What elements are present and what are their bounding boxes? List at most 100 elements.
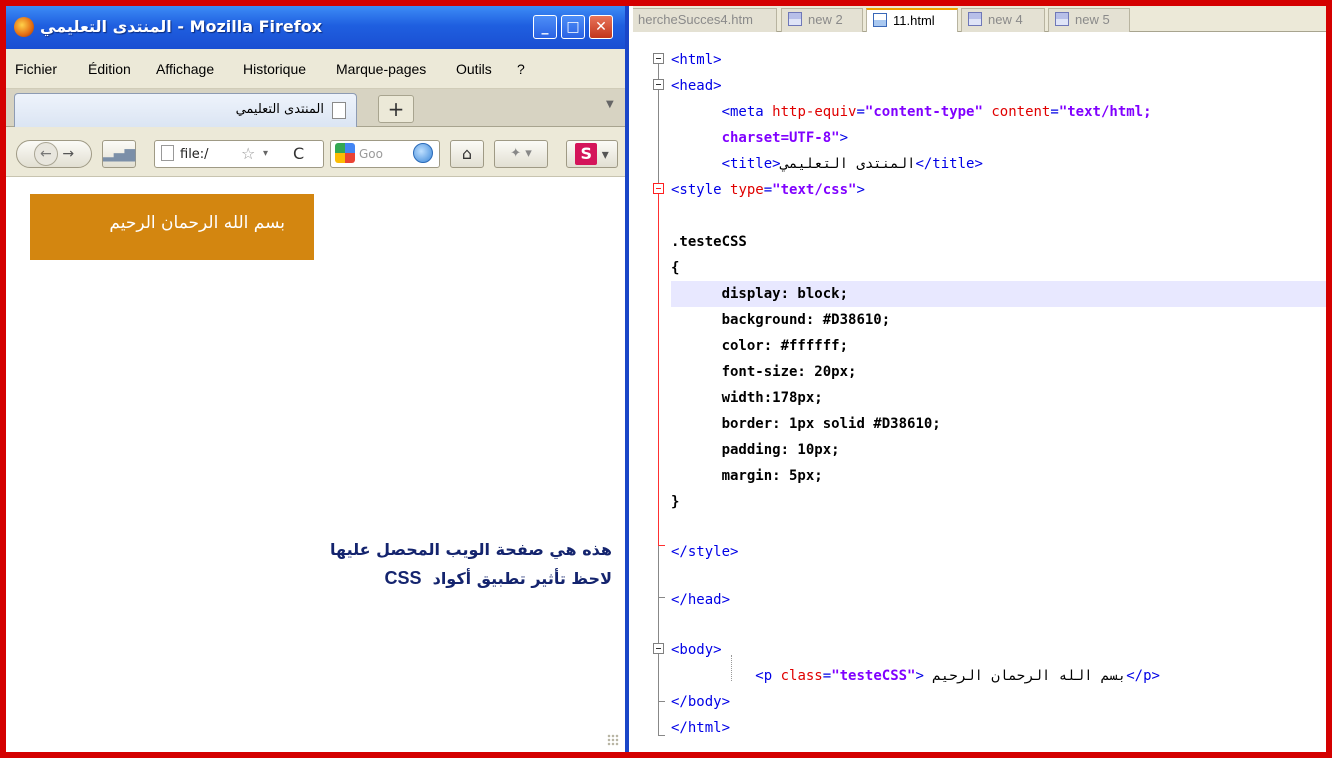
menu-edition[interactable]: Édition xyxy=(88,61,131,77)
fold-end-marker xyxy=(658,597,665,598)
code-line: </style> xyxy=(671,539,1326,565)
code-line: color: #ffffff; xyxy=(671,333,1326,359)
code-line: } xyxy=(671,489,1326,515)
code-line-current: display: block; xyxy=(671,281,1326,307)
resize-grip-icon[interactable] xyxy=(607,734,619,746)
menu-marque-pages[interactable]: Marque-pages xyxy=(336,61,426,77)
reload-icon[interactable]: C xyxy=(293,141,304,167)
code-line: <style type="text/css"> xyxy=(671,177,1326,203)
styled-paragraph: بسم الله الرحمان الرحيم xyxy=(30,194,314,260)
bookmark-star-icon[interactable]: ☆ xyxy=(241,141,255,167)
code-line: </head> xyxy=(671,587,1326,613)
code-token: "testeCSS" xyxy=(831,668,916,684)
code-line: { xyxy=(671,255,1326,281)
tab-forum[interactable]: المنتدى التعليمي xyxy=(14,93,357,127)
page-icon xyxy=(332,102,346,119)
home-icon[interactable]: ⌂ xyxy=(450,140,484,168)
editor-tab-label: 11.html xyxy=(893,13,935,28)
menu-historique[interactable]: Historique xyxy=(243,61,306,77)
code-token: <html> xyxy=(671,52,722,68)
code-token: padding: 10px; xyxy=(721,442,840,458)
fold-toggle-icon[interactable] xyxy=(653,53,664,64)
menu-affichage[interactable]: Affichage xyxy=(156,61,214,77)
code-token: </head> xyxy=(671,592,731,608)
menu-outils[interactable]: Outils xyxy=(456,61,492,77)
code-token: = xyxy=(1050,104,1059,120)
code-token: > xyxy=(915,668,924,684)
editor-tab-new-4[interactable]: new 4 xyxy=(961,8,1045,32)
editor-tab-11-html[interactable]: 11.html xyxy=(866,8,958,32)
url-bar[interactable]: file:/ ☆ ▾ C xyxy=(154,140,324,168)
tab-list-chevron-icon[interactable]: ▼ xyxy=(606,99,614,110)
file-icon xyxy=(873,13,887,27)
code-area[interactable]: <html> <head> <meta http-equiv="content-… xyxy=(671,33,1326,752)
code-token: width:178px; xyxy=(721,390,823,406)
editor-tab-label: new 2 xyxy=(808,12,843,27)
fold-toggle-icon[interactable] xyxy=(653,643,664,654)
fold-end-marker xyxy=(658,545,665,546)
code-line: font-size: 20px; xyxy=(671,359,1326,385)
editor-tab-new-5[interactable]: new 5 xyxy=(1048,8,1130,32)
page-content: بسم الله الرحمان الرحيم هذه هي صفحة الوي… xyxy=(6,178,625,752)
editor-tab-label: new 5 xyxy=(1075,12,1110,27)
file-icon xyxy=(788,12,802,26)
code-token: = xyxy=(822,668,832,684)
s-extension-button[interactable]: S ▾ xyxy=(566,140,618,168)
code-line: <title>المنتدى التعليمي</title> xyxy=(671,151,1326,177)
extension-button[interactable]: ✦ ▾ xyxy=(494,140,548,168)
s-badge-icon[interactable]: S xyxy=(575,143,598,165)
menu-help[interactable]: ? xyxy=(517,61,525,77)
note-line-2-text: لاحظ تأثير تطبيق أكواد xyxy=(432,569,612,588)
back-arrow-icon[interactable]: ← xyxy=(33,142,58,166)
minimize-button[interactable]: _ xyxy=(533,15,557,39)
extension-dropdown-icon[interactable]: ▾ xyxy=(525,146,532,161)
firefox-title-bar[interactable]: المنتدى التعليمي - Mozilla Firefox _ □ ✕ xyxy=(6,6,625,49)
code-token: المنتدى التعليمي xyxy=(780,156,916,172)
code-token: http-equiv xyxy=(772,104,857,120)
fold-toggle-icon[interactable] xyxy=(653,79,664,90)
extension-icon: ✦ xyxy=(510,146,522,161)
menu-fichier[interactable]: Fichier xyxy=(15,61,57,77)
note-line-2: لاحظ تأثير تطبيق أكواد CSS xyxy=(256,564,612,593)
url-dropdown-icon[interactable]: ▾ xyxy=(263,141,268,167)
code-token: <body> xyxy=(671,642,722,658)
menu-bar: Fichier Édition Affichage Historique Mar… xyxy=(6,49,625,89)
maximize-button[interactable]: □ xyxy=(561,15,585,39)
tab-bar: المنتدى التعليمي + ▼ xyxy=(6,89,625,127)
back-forward-buttons[interactable]: ← → xyxy=(16,140,92,168)
fold-toggle-icon[interactable] xyxy=(653,183,664,194)
code-line: <meta http-equiv="content-type" content=… xyxy=(671,99,1326,125)
close-button[interactable]: ✕ xyxy=(589,15,613,39)
search-box[interactable]: Goo xyxy=(330,140,440,168)
s-dropdown-icon[interactable]: ▾ xyxy=(602,147,609,163)
editor-tab-new-2[interactable]: new 2 xyxy=(781,8,863,32)
code-token: </body> xyxy=(671,694,731,710)
editor-tab-label: hercheSucces4.htm xyxy=(638,12,753,27)
search-icon[interactable] xyxy=(413,143,433,163)
code-line: .testeCSS xyxy=(671,229,1326,255)
code-token: </p> xyxy=(1126,668,1160,684)
firefox-logo-icon xyxy=(14,17,34,37)
url-text[interactable]: file:/ xyxy=(180,147,209,162)
code-line: <head> xyxy=(671,73,1326,99)
window-title: المنتدى التعليمي - Mozilla Firefox xyxy=(40,17,323,36)
code-token: margin: 5px; xyxy=(721,468,823,484)
file-icon xyxy=(968,12,982,26)
stats-bars-icon[interactable]: ▂▄▆ xyxy=(102,140,136,168)
fold-end-marker xyxy=(658,735,665,736)
code-line: background: #D38610; xyxy=(671,307,1326,333)
page-icon xyxy=(161,145,174,161)
code-token: "text/html; xyxy=(1058,104,1152,120)
editor-tab-recherche[interactable]: hercheSucces4.htm xyxy=(633,8,777,32)
annotation-note: هذه هي صفحة الويب المحصل عليها لاحظ تأثي… xyxy=(256,536,612,593)
new-tab-button[interactable]: + xyxy=(378,95,414,123)
fold-end-marker xyxy=(658,701,665,702)
note-css-label: CSS xyxy=(384,568,422,588)
forward-arrow-icon[interactable]: → xyxy=(62,146,74,162)
code-line: width:178px; xyxy=(671,385,1326,411)
navigation-toolbar: ← → ▂▄▆ file:/ ☆ ▾ C Goo ⌂ ✦ ▾ S ▾ xyxy=(6,127,625,177)
search-input[interactable]: Goo xyxy=(359,147,383,161)
google-logo-icon[interactable] xyxy=(335,143,355,163)
code-line: </html> xyxy=(671,715,1326,741)
code-token: .testeCSS xyxy=(671,234,747,250)
